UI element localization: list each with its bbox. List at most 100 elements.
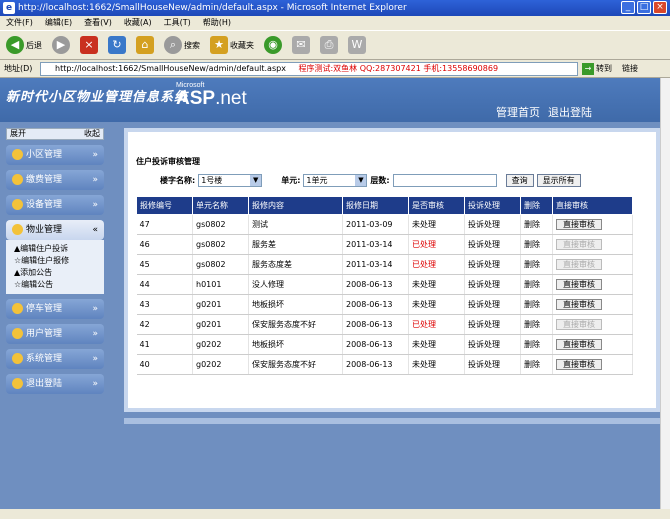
cell-id: 41 <box>136 334 193 355</box>
cell-status: 已处理 <box>408 234 465 255</box>
status-bar <box>0 509 670 519</box>
sidebar-item-add-notice[interactable]: ▲添加公告 <box>14 267 104 279</box>
direct-review-button[interactable]: 直接审核 <box>556 358 602 370</box>
menu-view[interactable]: 查看(V) <box>84 16 112 30</box>
sidebar-item-edit-notice[interactable]: ☆编辑公告 <box>14 279 104 291</box>
direct-review-button[interactable]: 直接审核 <box>556 218 602 230</box>
menu-tools[interactable]: 工具(T) <box>164 16 191 30</box>
cell-action: 直接审核 <box>552 294 633 315</box>
back-button[interactable]: ◀ 后退 <box>4 34 44 56</box>
cell-delete-link[interactable]: 删除 <box>520 334 553 355</box>
floor-input[interactable] <box>392 174 497 187</box>
sidebar-group-parking[interactable]: 停车管理 » <box>6 299 104 319</box>
cell-delete-link[interactable]: 删除 <box>520 234 553 255</box>
site-banner: 新时代小区物业管理信息系统 Microsoft ASP.net 管理首页 退出登… <box>0 78 670 122</box>
print-button[interactable]: ⎙ <box>318 34 340 56</box>
cell-id: 40 <box>136 354 193 375</box>
mail-button[interactable]: ✉ <box>290 34 312 56</box>
direct-review-button[interactable]: 直接审核 <box>556 338 602 350</box>
col-date: 报修日期 <box>342 196 409 215</box>
sidebar-group-logout[interactable]: 退出登陆 » <box>6 374 104 394</box>
sidebar-group-property[interactable]: 物业管理 « <box>6 220 104 240</box>
chevron-double-right-icon: » <box>92 150 98 160</box>
cell-handle-link[interactable]: 投诉处理 <box>464 314 521 335</box>
cell-unit: gs0802 <box>192 254 249 275</box>
media-icon: ◉ <box>264 36 282 54</box>
filter-bar: 楼字名称: 1号楼 ▼ 单元: 1单元 ▼ 层数: 查询 显示所有 <box>160 174 581 187</box>
building-select[interactable]: 1号楼 ▼ <box>198 174 263 187</box>
nav-logout[interactable]: 退出登陆 <box>548 104 592 120</box>
asp-main-text: ASP <box>176 88 216 109</box>
address-input[interactable]: http://localhost:1662/SmallHouseNew/admi… <box>40 61 578 76</box>
sidebar-item-edit-complaints[interactable]: ▲编辑住户投诉 <box>14 243 104 255</box>
media-button[interactable]: ◉ <box>262 34 284 56</box>
minimize-button[interactable]: _ <box>621 1 635 14</box>
back-label: 后退 <box>26 40 42 50</box>
cell-delete-link[interactable]: 删除 <box>520 214 553 235</box>
chevron-double-right-icon: » <box>92 379 98 389</box>
table-row: 46 gs0802 服务差 2011-03-14 已处理 投诉处理 删除 直接审核 <box>136 234 633 255</box>
cell-action: 直接审核 <box>552 354 633 375</box>
search-icon: ⌕ <box>164 36 182 54</box>
edit-button[interactable]: W <box>346 34 368 56</box>
menu-file[interactable]: 文件(F) <box>6 16 33 30</box>
cell-delete-link[interactable]: 删除 <box>520 354 553 375</box>
cell-delete-link[interactable]: 删除 <box>520 294 553 315</box>
cell-delete-link[interactable]: 删除 <box>520 274 553 295</box>
maximize-button[interactable]: □ <box>637 1 651 14</box>
menu-favorites[interactable]: 收藏(A) <box>124 16 152 30</box>
cell-action: 直接审核 <box>552 214 633 235</box>
cell-delete-link[interactable]: 删除 <box>520 254 553 275</box>
cell-handle-link[interactable]: 投诉处理 <box>464 214 521 235</box>
forward-arrow-icon: ▶ <box>52 36 70 54</box>
cell-handle-link[interactable]: 投诉处理 <box>464 254 521 275</box>
cell-delete-link[interactable]: 删除 <box>520 314 553 335</box>
refresh-button[interactable]: ↻ <box>106 34 128 56</box>
close-button[interactable]: × <box>653 1 667 14</box>
sidebar-group-equipment[interactable]: 设备管理 » <box>6 195 104 215</box>
vertical-scrollbar[interactable] <box>660 78 670 509</box>
cell-unit: g0201 <box>192 294 249 315</box>
nav-admin-home[interactable]: 管理首页 <box>496 104 540 120</box>
mail-icon: ✉ <box>292 36 310 54</box>
sidebar-group-payment[interactable]: 缴费管理 » <box>6 170 104 190</box>
links-button[interactable]: 链接 <box>622 60 638 78</box>
cell-handle-link[interactable]: 投诉处理 <box>464 294 521 315</box>
menu-help[interactable]: 帮助(H) <box>203 16 231 30</box>
scrolling-notice: 程序测试:双鱼林 QQ:287307421 手机:13558690869 <box>298 63 499 73</box>
cell-content: 没人修理 <box>248 274 343 295</box>
direct-review-button[interactable]: 直接审核 <box>556 278 602 290</box>
unit-label: 单元: <box>281 176 301 185</box>
forward-button[interactable]: ▶ <box>50 34 72 56</box>
collapse-all-button[interactable]: 收起 <box>84 129 100 139</box>
go-button[interactable]: → 转到 <box>582 60 612 78</box>
home-button[interactable]: ⌂ <box>134 34 156 56</box>
search-label: 搜索 <box>184 40 200 50</box>
sidebar-item-edit-repairs[interactable]: ☆编辑住户报修 <box>14 255 104 267</box>
show-all-button[interactable]: 显示所有 <box>536 174 581 187</box>
sidebar-group-label: 退出登陆 <box>26 379 63 389</box>
cell-status: 未处理 <box>408 354 465 375</box>
sidebar-group-community[interactable]: 小区管理 » <box>6 145 104 165</box>
query-button[interactable]: 查询 <box>505 174 534 187</box>
direct-review-button[interactable]: 直接审核 <box>556 298 602 310</box>
expand-all-button[interactable]: 展开 <box>10 129 26 139</box>
col-direct-review: 直接审核 <box>552 196 633 215</box>
stop-button[interactable]: × <box>78 34 100 56</box>
cell-handle-link[interactable]: 投诉处理 <box>464 334 521 355</box>
browser-toolbar: ◀ 后退 ▶ × ↻ ⌂ ⌕ 搜索 ★ 收藏夹 ◉ ✉ ⎙ W <box>0 30 670 60</box>
cell-date: 2011-03-14 <box>342 234 409 255</box>
cell-action: 直接审核 <box>552 234 633 255</box>
cell-handle-link[interactable]: 投诉处理 <box>464 274 521 295</box>
cell-id: 47 <box>136 214 193 235</box>
cell-handle-link[interactable]: 投诉处理 <box>464 234 521 255</box>
search-button[interactable]: ⌕ 搜索 <box>162 34 202 56</box>
menu-edit[interactable]: 编辑(E) <box>45 16 72 30</box>
unit-select[interactable]: 1单元 ▼ <box>303 174 368 187</box>
stop-icon: × <box>80 36 98 54</box>
sidebar-group-system[interactable]: 系统管理 » <box>6 349 104 369</box>
cell-handle-link[interactable]: 投诉处理 <box>464 354 521 375</box>
favorites-button[interactable]: ★ 收藏夹 <box>208 34 256 56</box>
cell-status: 未处理 <box>408 274 465 295</box>
sidebar-group-users[interactable]: 用户管理 » <box>6 324 104 344</box>
